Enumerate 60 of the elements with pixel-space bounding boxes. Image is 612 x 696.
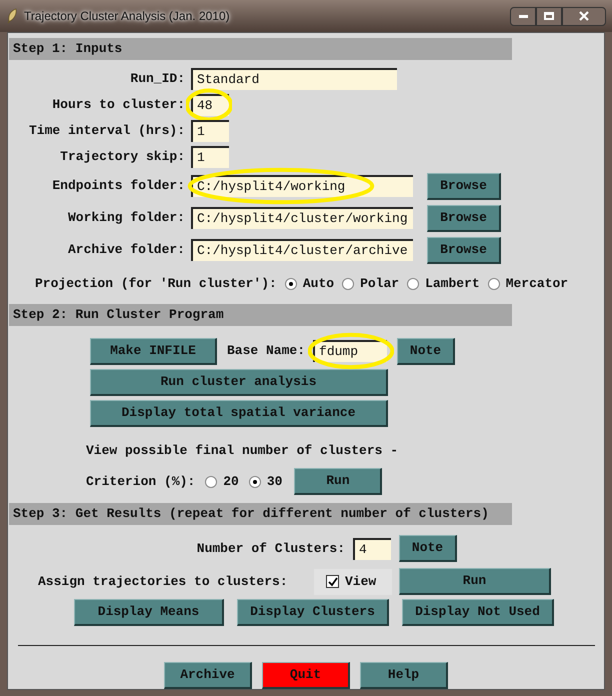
footer-button[interactable]: Archive	[164, 662, 252, 689]
field-label: Hours to cluster:	[51, 96, 186, 114]
input-field[interactable]: C:/hysplit4/working	[191, 175, 413, 197]
assign-label: Assign trajectories to clusters:	[38, 572, 289, 591]
radio-label: Mercator	[506, 275, 568, 293]
radio-button[interactable]	[407, 278, 420, 290]
input-field[interactable]: C:/hysplit4/cluster/archive	[191, 239, 413, 261]
criterion-label: Criterion (%):	[86, 472, 196, 491]
radio-label: Polar	[360, 275, 400, 293]
input-field[interactable]: 1	[191, 146, 229, 168]
minimize-button[interactable]	[510, 6, 536, 26]
input-field[interactable]: C:/hysplit4/cluster/working	[191, 207, 413, 229]
quit-button[interactable]: Quit	[262, 662, 350, 689]
radio-label: 30	[266, 472, 282, 491]
browse-button[interactable]: Browse	[427, 204, 501, 232]
clusters-label: Number of Clusters:	[196, 540, 346, 558]
field-label: Endpoints folder:	[51, 177, 186, 196]
window-title: Trajectory Cluster Analysis (Jan. 2010)	[24, 8, 230, 25]
radio-button[interactable]	[488, 278, 500, 290]
feather-icon	[6, 8, 18, 24]
field-label: Run_ID:	[129, 70, 186, 88]
checkbox[interactable]	[326, 575, 339, 588]
radio-label: 20	[223, 472, 239, 491]
base-name-label: Base Name:	[227, 342, 306, 360]
close-button[interactable]	[562, 6, 606, 26]
browse-button[interactable]: Browse	[427, 172, 501, 200]
radio-button[interactable]	[248, 476, 261, 488]
radio-label: Lambert	[425, 275, 480, 293]
make-infile-button[interactable]: Make INFILE	[90, 338, 217, 364]
projection-label: Projection (for 'Run cluster'):	[35, 275, 277, 293]
field-label: Archive folder:	[66, 241, 186, 260]
input-field[interactable]: Standard	[191, 68, 397, 90]
maximize-button[interactable]	[536, 6, 562, 26]
note-button[interactable]: Note	[399, 535, 457, 562]
field-label: Time interval (hrs):	[28, 122, 186, 140]
clusters-field[interactable]: 4	[353, 538, 391, 560]
section-header: Step 3: Get Results (repeat for different number of clusters)	[9, 503, 512, 525]
action-button[interactable]: Run cluster analysis	[90, 368, 388, 396]
field-label: Working folder:	[66, 209, 186, 228]
run-button[interactable]: Run	[399, 568, 551, 595]
display-button[interactable]: Display Not Used	[402, 599, 554, 626]
view-checkbox[interactable]: View	[314, 568, 392, 594]
display-button[interactable]: Display Clusters	[237, 599, 389, 626]
radio-button[interactable]	[342, 278, 354, 290]
display-button[interactable]: Display Means	[74, 599, 224, 626]
info-text: View possible final number of clusters -	[86, 442, 400, 460]
base-name-field[interactable]: fdump	[313, 340, 388, 362]
browse-button[interactable]: Browse	[427, 236, 501, 264]
close-icon	[579, 11, 589, 21]
radio-button[interactable]	[205, 476, 218, 488]
run-button[interactable]: Run	[294, 468, 382, 495]
action-button[interactable]: Display total spatial variance	[90, 400, 388, 426]
radio-button[interactable]	[284, 278, 297, 290]
note-button[interactable]: Note	[397, 338, 456, 364]
footer-button[interactable]: Help	[360, 662, 448, 689]
section-header: Step 1: Inputs	[9, 38, 512, 60]
section-header: Step 2: Run Cluster Program	[9, 304, 512, 326]
field-label: Trajectory skip:	[59, 148, 186, 166]
radio-label: Auto	[302, 275, 334, 293]
input-field[interactable]: 1	[191, 120, 229, 142]
